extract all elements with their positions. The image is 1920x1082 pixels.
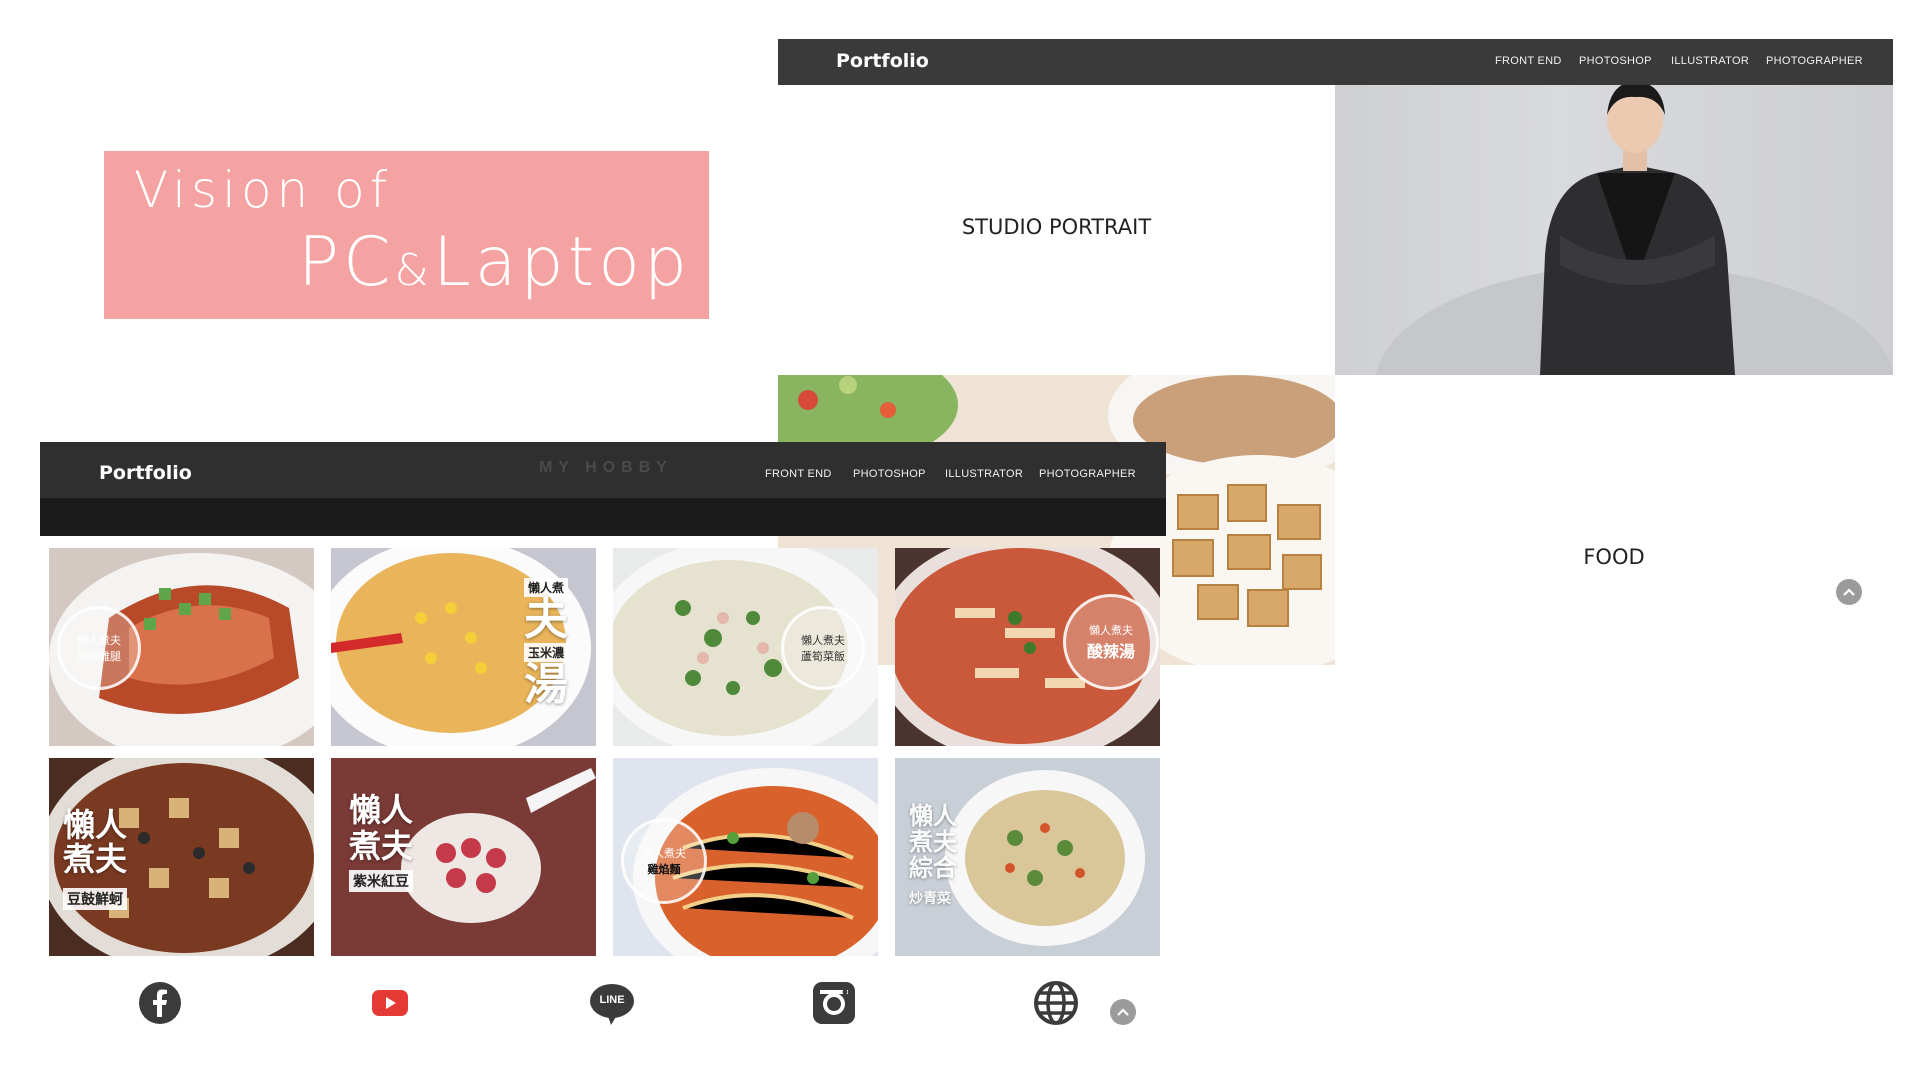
nav-illustrator[interactable]: ILLUSTRATOR (945, 468, 1023, 480)
nav-front-end[interactable]: FRONT END (765, 468, 832, 480)
tile-subtitle: 炒青菜 (909, 890, 951, 906)
nav-photoshop[interactable]: PHOTOSHOP (1579, 55, 1652, 67)
tile-badge: 懶人煮夫 蘆筍菜飯 (781, 606, 865, 690)
chevron-up-icon (1117, 1003, 1129, 1021)
gallery-tile[interactable]: 懶人煮夫 蘆筍菜飯 (613, 548, 878, 746)
tile-badge: 懶人煮夫 酸辣湯 (1063, 594, 1159, 690)
studio-portrait-section[interactable]: STUDIO PORTRAIT (778, 85, 1335, 375)
gallery-tile[interactable]: 懶人煮夫 酸辣湯 (895, 548, 1160, 746)
tile-caption: 懶人煮 夫 玉米濃 湯 (523, 578, 568, 708)
chevron-up-icon (1843, 583, 1855, 601)
line-icon: LINE (589, 983, 635, 1027)
nav-front-end[interactable]: FRONT END (1495, 55, 1562, 67)
navbar-underlay (40, 498, 1166, 536)
tile-badge: 懶人煮夫 雞焰麵 (621, 818, 707, 904)
scroll-top-button[interactable] (1836, 579, 1862, 605)
gallery-tile[interactable]: 懶人煮夫 雞焰麵 (613, 758, 878, 956)
nav-photographer[interactable]: PHOTOGRAPHER (1039, 468, 1136, 480)
tile-title: 懶人煮夫 (349, 792, 414, 864)
gallery-tile[interactable]: 懶人煮夫 紫米紅豆 (331, 758, 596, 956)
tile-title: 懶人煮夫綜合 (909, 803, 957, 882)
gallery-tile[interactable]: 懶人煮 夫 玉米濃 湯 (331, 548, 596, 746)
studio-portrait-label: STUDIO PORTRAIT (961, 215, 1152, 239)
portrait-photo[interactable] (1335, 85, 1893, 375)
nav-illustrator[interactable]: ILLUSTRATOR (1671, 55, 1749, 67)
tile-title: 懶人煮夫 (63, 807, 128, 877)
nav-photoshop[interactable]: PHOTOSHOP (853, 468, 926, 480)
instagram-icon (812, 981, 856, 1030)
food-gallery-grid: 懶人煮夫 照燒雞腿 懶人煮 夫 玉米濃 湯 懶人煮夫 蘆筍菜飯 懶人煮夫 酸辣湯… (49, 548, 1160, 958)
tile-badge: 懶人煮夫 照燒雞腿 (57, 606, 141, 690)
title-line-2: PC&Laptop (298, 223, 691, 302)
line-icon-text: LINE (599, 994, 625, 1006)
top-navbar-dark: Portfolio MY HOBBY FRONT END PHOTOSHOP I… (40, 442, 1166, 536)
food-section[interactable]: FOOD (1335, 375, 1893, 665)
instagram-link[interactable] (804, 975, 864, 1035)
youtube-link[interactable] (360, 975, 420, 1035)
laptop-preview-window: Portfolio MY HOBBY FRONT END PHOTOSHOP I… (40, 442, 1166, 1082)
website-link[interactable] (1026, 975, 1086, 1035)
top-navbar: Portfolio FRONT END PHOTOSHOP ILLUSTRATO… (778, 39, 1893, 85)
tile-tag: 豆鼓鮮蚵 (63, 888, 127, 910)
nav-photographer[interactable]: PHOTOGRAPHER (1766, 55, 1863, 67)
gallery-tile[interactable]: 懶人煮夫綜合 炒青菜 (895, 758, 1160, 956)
title-line-1: Vision of (134, 161, 393, 219)
youtube-icon (372, 989, 408, 1021)
brand-logo[interactable]: Portfolio (836, 50, 929, 72)
brand-logo[interactable]: Portfolio (99, 462, 192, 484)
tile-tag: 紫米紅豆 (349, 870, 413, 892)
gallery-tile[interactable]: 懶人煮夫 豆鼓鮮蚵 (49, 758, 314, 956)
food-label: FOOD (1583, 545, 1645, 569)
facebook-link[interactable] (130, 975, 190, 1035)
facebook-icon (138, 981, 182, 1030)
line-link[interactable]: LINE (582, 975, 642, 1035)
globe-icon (1034, 980, 1078, 1030)
gallery-tile[interactable]: 懶人煮夫 照燒雞腿 (49, 548, 314, 746)
scroll-top-button[interactable] (1110, 999, 1136, 1025)
title-card: Vision of PC&Laptop (104, 151, 709, 319)
section-subtitle: MY HOBBY (539, 459, 673, 476)
